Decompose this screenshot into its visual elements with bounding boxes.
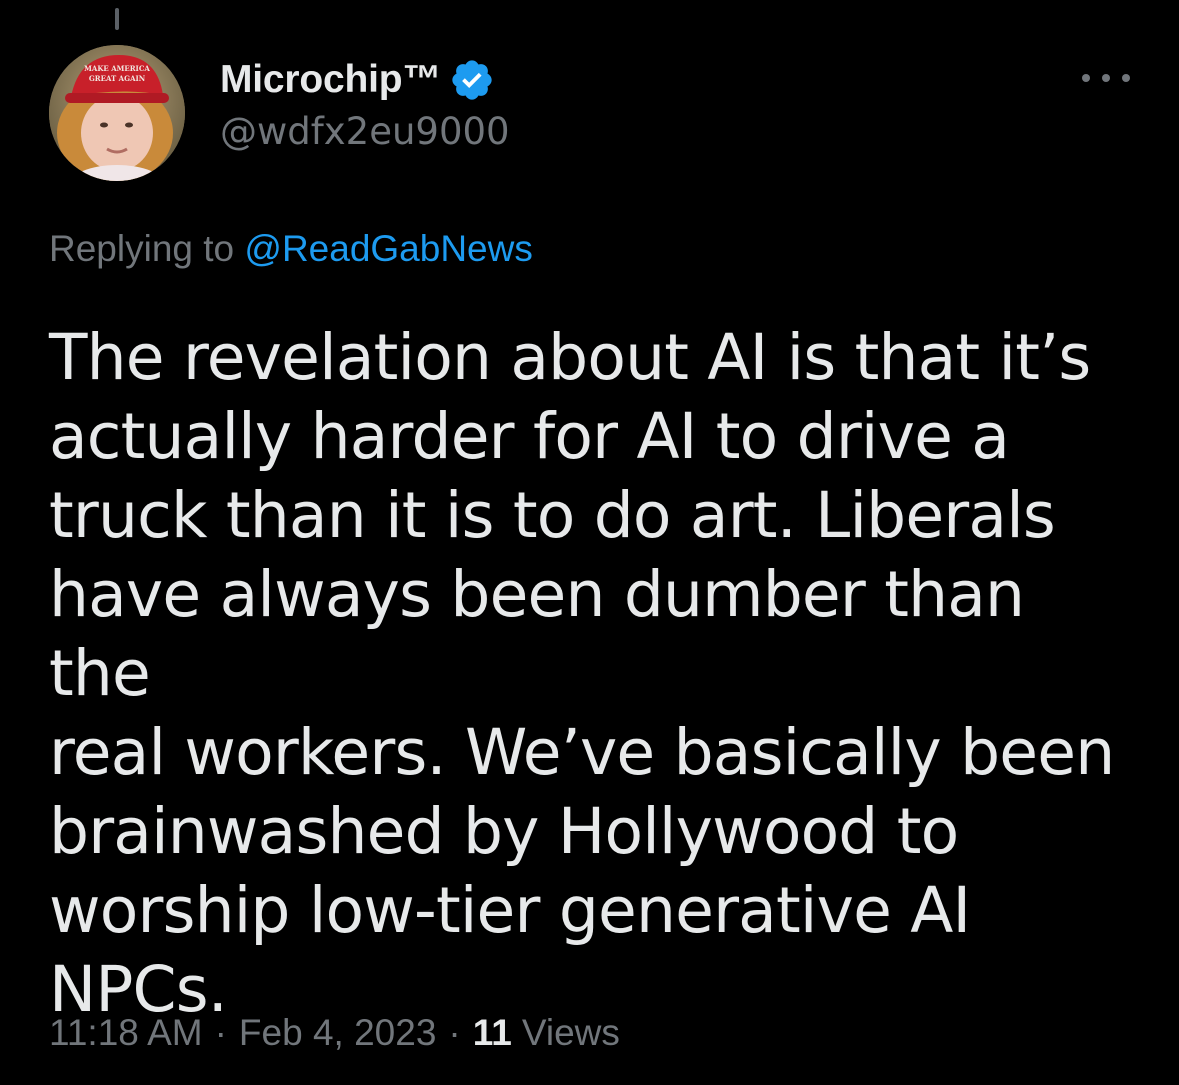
tweet-time[interactable]: 11:18 AM — [49, 1012, 203, 1054]
views-count[interactable]: 11 — [473, 1012, 512, 1054]
tweet-meta: 11:18 AM · Feb 4, 2023 · 11 Views — [49, 1012, 620, 1054]
reply-handle-link[interactable]: @ReadGabNews — [244, 228, 532, 269]
replying-to-line: Replying to @ReadGabNews — [49, 228, 533, 270]
avatar-image: MAKE AMERICA GREAT AGAIN — [49, 45, 185, 181]
thread-connector-line — [115, 8, 119, 30]
tweet-detail: MAKE AMERICA GREAT AGAIN Microchip™ @wdf… — [0, 0, 1179, 1085]
views-label[interactable]: Views — [522, 1012, 620, 1054]
replying-to-label: Replying to — [49, 228, 235, 269]
author-display-name[interactable]: Microchip™ — [220, 58, 441, 102]
avatar[interactable]: MAKE AMERICA GREAT AGAIN — [49, 45, 185, 181]
tweet-date[interactable]: Feb 4, 2023 — [239, 1012, 436, 1054]
more-options-icon[interactable] — [1082, 68, 1130, 88]
more-dot — [1122, 74, 1130, 82]
author-name-row: Microchip™ — [220, 54, 510, 106]
tweet-text: The revelation about AI is that it’s act… — [49, 321, 1115, 1026]
author-handle[interactable]: @wdfx2eu9000 — [220, 110, 510, 153]
svg-text:GREAT AGAIN: GREAT AGAIN — [89, 74, 146, 83]
author-block: Microchip™ @wdfx2eu9000 — [220, 54, 510, 153]
meta-separator: · — [214, 1012, 227, 1053]
more-dot — [1102, 74, 1110, 82]
svg-text:MAKE AMERICA: MAKE AMERICA — [84, 64, 150, 73]
verified-badge-icon[interactable] — [449, 57, 495, 103]
meta-separator: · — [448, 1012, 461, 1053]
more-dot — [1082, 74, 1090, 82]
